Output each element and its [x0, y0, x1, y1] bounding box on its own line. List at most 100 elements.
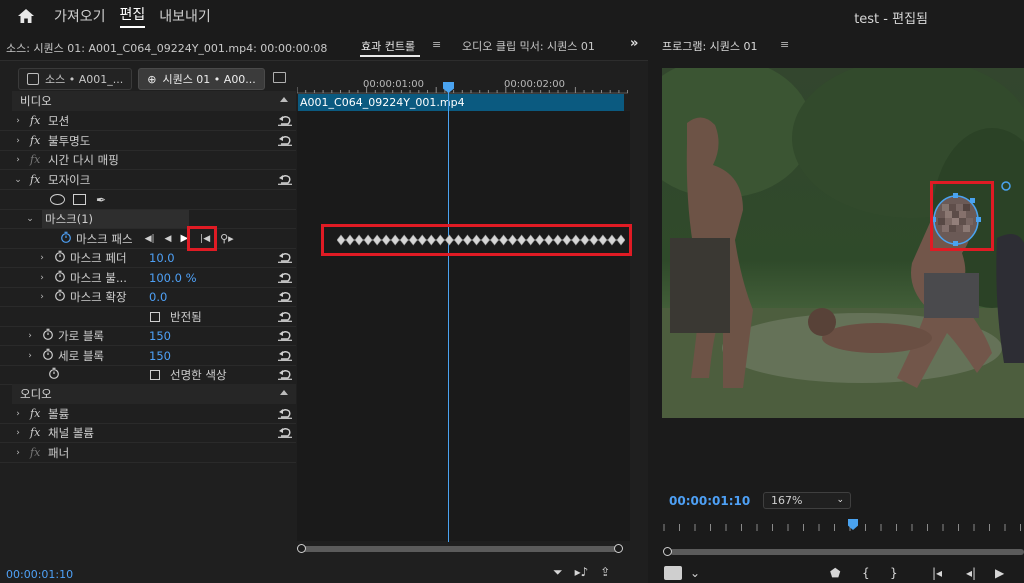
- nav-import[interactable]: 가져오기: [54, 6, 106, 26]
- nav-export[interactable]: 내보내기: [159, 6, 211, 26]
- expand-chevron-icon[interactable]: ›: [12, 448, 24, 458]
- mask-label[interactable]: 마스크(1): [42, 209, 190, 228]
- camera-icon[interactable]: [664, 566, 682, 580]
- tracking-method-icon[interactable]: ⚲▸: [220, 232, 234, 245]
- row-mask-feather[interactable]: › 마스크 페더 10.0: [12, 248, 296, 268]
- mark-out-icon[interactable]: }: [890, 566, 898, 580]
- fx-icon[interactable]: fx: [30, 446, 48, 459]
- program-scroll-handle[interactable]: [663, 547, 672, 556]
- nav-edit[interactable]: 편집: [119, 4, 146, 28]
- reset-icon[interactable]: [278, 174, 292, 185]
- row-mask[interactable]: ⌄ 마스크(1): [12, 209, 296, 229]
- timeline-scrollbar[interactable]: [301, 546, 619, 552]
- fx-icon[interactable]: fx: [30, 134, 48, 147]
- ellipse-mask-icon[interactable]: [50, 194, 65, 206]
- stopwatch-icon[interactable]: [60, 231, 72, 246]
- more-panels-icon[interactable]: »: [630, 36, 638, 51]
- row-panner[interactable]: › fx 패너: [12, 443, 296, 463]
- reset-icon[interactable]: [278, 252, 292, 263]
- export-icon[interactable]: ⇪: [600, 565, 610, 580]
- row-vertical-blocks[interactable]: › 세로 블록 150: [12, 346, 296, 366]
- reset-icon[interactable]: [278, 408, 292, 419]
- tab-effect-controls[interactable]: 효과 컨트롤: [361, 38, 415, 54]
- fx-icon[interactable]: fx: [30, 173, 48, 186]
- source-monitor-tab[interactable]: 소스: 시퀀스 01: A001_C064_09224Y_001.mp4: 00…: [6, 40, 327, 56]
- reset-icon[interactable]: [278, 369, 292, 380]
- reset-icon[interactable]: [278, 427, 292, 438]
- filter-icon[interactable]: ⏷: [553, 565, 563, 580]
- stopwatch-icon[interactable]: [54, 270, 66, 285]
- expand-chevron-icon[interactable]: ⌄: [24, 214, 36, 224]
- expand-chevron-icon[interactable]: ⌄: [12, 175, 24, 185]
- row-inverted[interactable]: 반전됨: [12, 307, 296, 327]
- program-monitor-tab[interactable]: 프로그램: 시퀀스 01: [662, 38, 758, 54]
- row-mosaic[interactable]: ⌄ fx 모자이크: [12, 170, 296, 190]
- sequence-clip-button[interactable]: ⊕ 시퀀스 01 • A00...: [138, 68, 265, 90]
- checkbox[interactable]: [150, 369, 160, 380]
- reset-icon[interactable]: [278, 272, 292, 283]
- reset-icon[interactable]: [278, 311, 292, 322]
- current-timecode[interactable]: 00:00:01:10: [6, 568, 73, 581]
- pen-tool-icon[interactable]: ✒: [96, 193, 106, 207]
- row-time-remap[interactable]: › fx 시간 다시 매핑: [12, 150, 296, 170]
- row-motion[interactable]: › fx 모션: [12, 111, 296, 131]
- stopwatch-icon[interactable]: [54, 289, 66, 304]
- go-to-in-icon[interactable]: |◂: [932, 566, 942, 580]
- step-back-icon[interactable]: ◂|: [966, 566, 976, 580]
- reset-icon[interactable]: [278, 135, 292, 146]
- rectangle-mask-icon[interactable]: [73, 194, 86, 206]
- reset-icon[interactable]: [278, 350, 292, 361]
- reset-icon[interactable]: [278, 115, 292, 126]
- fx-icon[interactable]: fx: [30, 114, 48, 127]
- reset-icon[interactable]: [278, 330, 292, 341]
- row-horizontal-blocks[interactable]: › 가로 블록 150: [12, 326, 296, 346]
- program-timecode[interactable]: 00:00:01:10: [669, 494, 750, 508]
- row-mask-shapes[interactable]: ✒: [12, 190, 296, 210]
- fx-icon[interactable]: fx: [30, 153, 48, 166]
- scrollbar-end-handle[interactable]: [614, 544, 623, 553]
- row-sharp-colors[interactable]: 선명한 색상: [12, 365, 296, 385]
- property-value[interactable]: 0.0: [149, 290, 167, 304]
- clip-bar[interactable]: A001_C064_09224Y_001.mp4: [298, 94, 624, 111]
- expand-chevron-icon[interactable]: ›: [12, 116, 24, 126]
- stopwatch-icon[interactable]: [42, 328, 54, 343]
- stopwatch-icon[interactable]: [42, 348, 54, 363]
- expand-chevron-icon[interactable]: ›: [36, 273, 48, 283]
- marker-icon[interactable]: ⬟: [830, 566, 840, 580]
- row-mask-opacity[interactable]: › 마스크 불... 100.0 %: [12, 268, 296, 288]
- program-menu-icon[interactable]: ≡: [780, 38, 789, 51]
- tab-audio-clip-mixer[interactable]: 오디오 클립 믹서: 시퀀스 01: [462, 38, 595, 54]
- expand-chevron-icon[interactable]: ›: [12, 428, 24, 438]
- reset-icon[interactable]: [278, 291, 292, 302]
- fx-icon[interactable]: fx: [30, 426, 48, 439]
- row-mask-path[interactable]: 마스크 패스 ◀| ◀ ▶ |◀ ⚲▸: [12, 229, 296, 249]
- panel-menu-icon[interactable]: ≡: [432, 38, 441, 51]
- expand-chevron-icon[interactable]: ›: [24, 351, 36, 361]
- toggle-timeline-icon[interactable]: [273, 72, 286, 83]
- play-audio-icon[interactable]: ▸♪: [575, 565, 589, 580]
- property-value[interactable]: 100.0 %: [149, 271, 197, 285]
- row-mask-expansion[interactable]: › 마스크 확장 0.0: [12, 287, 296, 307]
- property-value[interactable]: 10.0: [149, 251, 175, 265]
- play-icon[interactable]: ▶: [995, 566, 1004, 580]
- property-value[interactable]: 150: [149, 329, 171, 343]
- stopwatch-icon[interactable]: [54, 250, 66, 265]
- program-ruler[interactable]: [662, 520, 1024, 532]
- expand-chevron-icon[interactable]: ›: [12, 136, 24, 146]
- row-volume[interactable]: › fx 볼륨: [12, 404, 296, 424]
- collapse-up-icon[interactable]: [280, 97, 288, 102]
- property-value[interactable]: 150: [149, 349, 171, 363]
- fx-icon[interactable]: fx: [30, 407, 48, 420]
- expand-chevron-icon[interactable]: ›: [36, 292, 48, 302]
- checkbox[interactable]: [150, 311, 160, 322]
- expand-chevron-icon[interactable]: ›: [12, 409, 24, 419]
- track-back-one-icon[interactable]: ◀: [165, 234, 172, 244]
- mark-in-icon[interactable]: {: [862, 566, 870, 580]
- home-icon[interactable]: [17, 8, 35, 24]
- expand-chevron-icon[interactable]: ›: [12, 155, 24, 165]
- chevron-down-icon[interactable]: ⌄: [690, 566, 700, 580]
- collapse-up-icon[interactable]: [280, 390, 288, 395]
- row-channel-volume[interactable]: › fx 채널 볼륨: [12, 423, 296, 443]
- source-clip-button[interactable]: 소스 • A001_...: [18, 68, 133, 90]
- stopwatch-icon[interactable]: [48, 367, 60, 382]
